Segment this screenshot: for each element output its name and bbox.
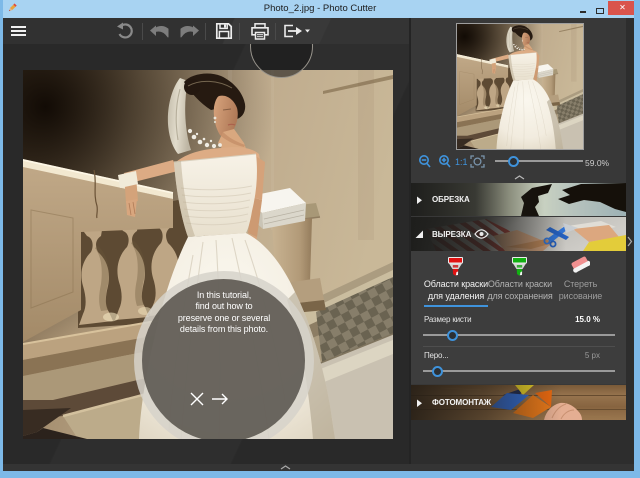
svg-text:1:1: 1:1 [455, 157, 468, 167]
